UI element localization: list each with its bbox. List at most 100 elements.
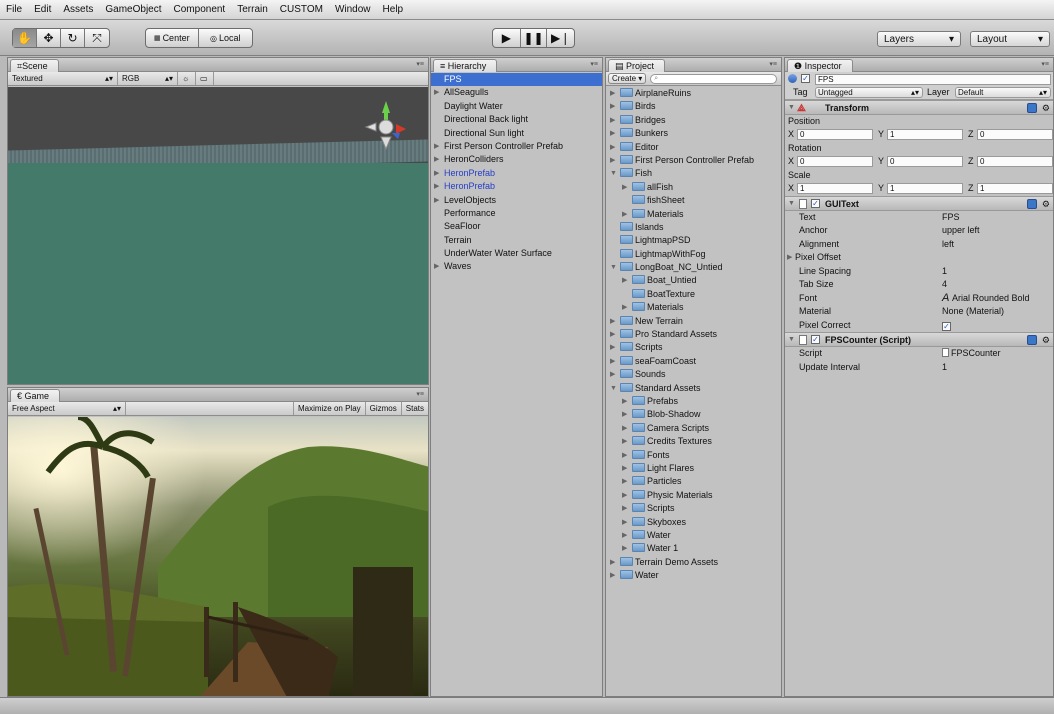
project-item[interactable]: ▶ seaFoamCoast xyxy=(606,355,781,368)
pause-icon[interactable]: ❚❚ xyxy=(521,29,548,47)
project-item[interactable]: ▶ Bunkers xyxy=(606,127,781,140)
property-value[interactable]: FPSCounter xyxy=(942,347,1001,360)
expand-arrow-icon[interactable]: ▶ xyxy=(610,114,615,127)
expand-arrow-icon[interactable]: ▶ xyxy=(610,315,615,328)
project-item[interactable]: ▶ Physic Materials xyxy=(606,489,781,502)
layer-dropdown[interactable]: Default ▴▾ xyxy=(955,87,1051,98)
game-viewport[interactable] xyxy=(8,417,428,696)
project-item[interactable]: ▶ Camera Scripts xyxy=(606,422,781,435)
tab-project[interactable]: ▤ Project xyxy=(608,59,666,72)
project-item[interactable]: ▶ Editor xyxy=(606,141,781,154)
expand-arrow-icon[interactable]: ▶ xyxy=(610,368,615,381)
panel-menu-icon[interactable]: ▾≡ xyxy=(1041,60,1049,68)
gizmos-toggle[interactable]: Gizmos xyxy=(366,402,402,415)
rotation-x-field[interactable]: 0 xyxy=(797,156,873,167)
expand-arrow-icon[interactable]: ▶ xyxy=(622,274,627,287)
hierarchy-item[interactable]: UnderWater Water Surface xyxy=(431,247,602,260)
hierarchy-item[interactable]: Directional Back light xyxy=(431,113,602,126)
create-dropdown[interactable]: Create ▾ xyxy=(608,73,647,84)
property-value[interactable]: 4 xyxy=(942,278,947,291)
expand-arrow-icon[interactable]: ▶ xyxy=(622,301,627,314)
menu-help[interactable]: Help xyxy=(383,4,404,15)
menu-terrain[interactable]: Terrain xyxy=(237,4,268,15)
panel-menu-icon[interactable]: ▾≡ xyxy=(416,390,424,398)
expand-arrow-icon[interactable]: ▶ xyxy=(434,86,439,99)
expand-arrow-icon[interactable]: ▶ xyxy=(787,251,792,264)
expand-arrow-icon[interactable]: ▶ xyxy=(610,328,615,341)
project-item[interactable]: ▶ Water 1 xyxy=(606,542,781,555)
help-icon[interactable] xyxy=(1027,198,1037,209)
scale-x-field[interactable]: 1 xyxy=(797,183,873,194)
expand-arrow-icon[interactable]: ▶ xyxy=(610,556,615,569)
project-search-input[interactable]: ⌕ xyxy=(650,73,777,84)
property-value[interactable]: 1 xyxy=(942,361,947,374)
collapse-arrow-icon[interactable]: ▼ xyxy=(788,101,795,115)
expand-arrow-icon[interactable]: ▶ xyxy=(434,153,439,166)
hierarchy-item[interactable]: FPS xyxy=(431,73,602,87)
tab-inspector[interactable]: ❶ Inspector xyxy=(787,59,853,72)
expand-arrow-icon[interactable]: ▶ xyxy=(610,154,615,167)
rotation-y-field[interactable]: 0 xyxy=(887,156,963,167)
gear-icon[interactable]: ⚙ xyxy=(1042,101,1050,115)
project-item[interactable]: ▶ Bridges xyxy=(606,114,781,127)
expand-arrow-icon[interactable]: ▶ xyxy=(434,140,439,153)
expand-arrow-icon[interactable]: ▶ xyxy=(610,141,615,154)
position-z-field[interactable]: 0 xyxy=(977,129,1053,140)
active-checkbox[interactable]: ✓ xyxy=(801,74,810,83)
expand-arrow-icon[interactable]: ▶ xyxy=(622,208,627,221)
expand-arrow-icon[interactable]: ▶ xyxy=(622,489,627,502)
project-item[interactable]: ▶ Materials xyxy=(606,208,781,221)
property-value[interactable]: left xyxy=(942,238,954,251)
menu-assets[interactable]: Assets xyxy=(63,4,93,15)
property-value[interactable]: upper left xyxy=(942,224,980,237)
help-icon[interactable] xyxy=(1027,335,1037,345)
rotation-z-field[interactable]: 0 xyxy=(977,156,1053,167)
channel-dropdown[interactable]: RGB ▴▾ xyxy=(118,72,178,85)
project-item[interactable]: Islands xyxy=(606,221,781,234)
panel-menu-icon[interactable]: ▾≡ xyxy=(416,60,424,68)
position-y-field[interactable]: 1 xyxy=(887,129,963,140)
project-item[interactable]: ▶ Skyboxes xyxy=(606,516,781,529)
guitext-enabled-checkbox[interactable]: ✓ xyxy=(811,198,820,208)
hierarchy-item[interactable]: Performance xyxy=(431,207,602,220)
project-item[interactable]: ▶ AirplaneRuins xyxy=(606,87,781,100)
tag-dropdown[interactable]: Untagged ▴▾ xyxy=(815,87,923,98)
hierarchy-item[interactable]: ▶ AllSeagulls xyxy=(431,86,602,99)
project-item[interactable]: ▶ Pro Standard Assets xyxy=(606,328,781,341)
menu-gameobject[interactable]: GameObject xyxy=(105,4,161,15)
expand-arrow-icon[interactable]: ▶ xyxy=(622,449,627,462)
hierarchy-item[interactable]: SeaFloor xyxy=(431,220,602,233)
guitext-header[interactable]: ▼ ✓ GUIText ⚙ xyxy=(785,195,1053,211)
collapse-arrow-icon[interactable]: ▼ xyxy=(610,167,617,180)
expand-arrow-icon[interactable]: ▶ xyxy=(610,341,615,354)
hierarchy-item[interactable]: Terrain xyxy=(431,234,602,247)
collapse-arrow-icon[interactable]: ▼ xyxy=(788,197,795,211)
expand-arrow-icon[interactable]: ▶ xyxy=(622,435,627,448)
project-item[interactable]: ▼ Fish xyxy=(606,167,781,180)
menu-custom[interactable]: CUSTOM xyxy=(280,4,323,15)
expand-arrow-icon[interactable]: ▶ xyxy=(434,180,439,193)
aspect-dropdown[interactable]: Free Aspect ▴▾ xyxy=(8,402,126,415)
collapse-arrow-icon[interactable]: ▼ xyxy=(610,261,617,274)
collapse-arrow-icon[interactable]: ▼ xyxy=(610,382,617,395)
tab-game[interactable]: € Game xyxy=(10,389,61,402)
project-item[interactable]: ▼ Standard Assets xyxy=(606,382,781,395)
step-icon[interactable]: ▶❘ xyxy=(547,29,574,47)
project-item[interactable]: ▼ LongBoat_NC_Untied xyxy=(606,261,781,274)
project-item[interactable]: ▶ Terrain Demo Assets xyxy=(606,556,781,569)
help-icon[interactable] xyxy=(1027,102,1037,113)
hierarchy-item[interactable]: ▶ LevelObjects xyxy=(431,194,602,207)
project-item[interactable]: LightmapPSD xyxy=(606,234,781,247)
menu-edit[interactable]: Edit xyxy=(34,4,51,15)
project-item[interactable]: ▶ Credits Textures xyxy=(606,435,781,448)
expand-arrow-icon[interactable]: ▶ xyxy=(434,260,439,273)
project-item[interactable]: BoatTexture xyxy=(606,288,781,301)
position-x-field[interactable]: 0 xyxy=(797,129,873,140)
property-value[interactable]: None (Material) xyxy=(942,305,1004,318)
image-toggle-icon[interactable]: ▭ xyxy=(196,72,214,85)
layout-dropdown[interactable]: Layout ▾ xyxy=(970,31,1050,47)
project-item[interactable]: ▶ Light Flares xyxy=(606,462,781,475)
project-item[interactable]: ▶ Water xyxy=(606,529,781,542)
scene-viewport[interactable] xyxy=(8,87,428,384)
project-item[interactable]: ▶ Prefabs xyxy=(606,395,781,408)
